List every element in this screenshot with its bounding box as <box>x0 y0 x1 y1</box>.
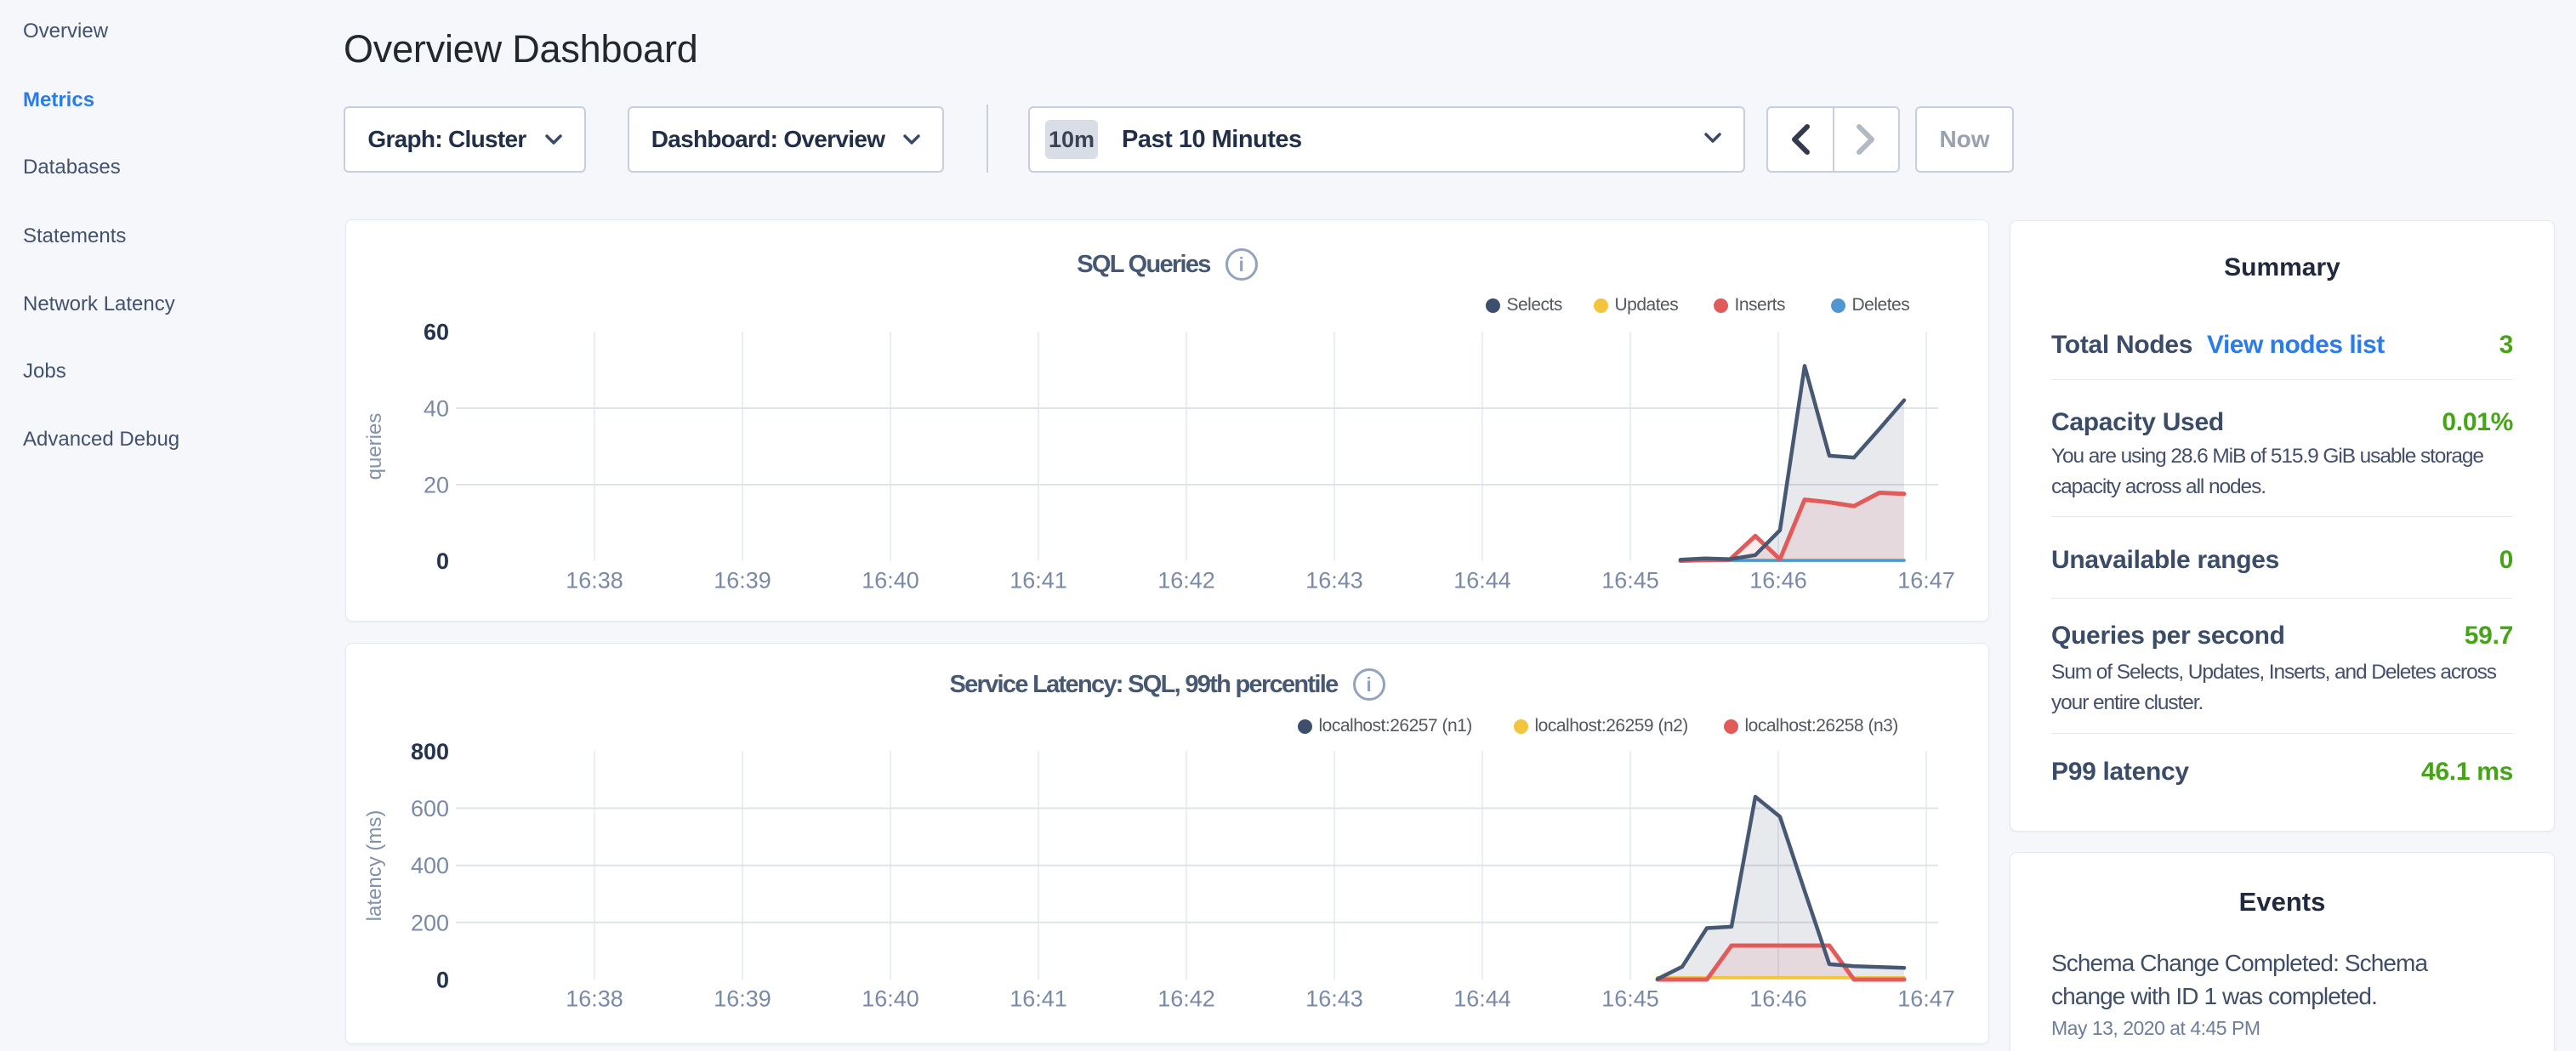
svg-text:16:47: 16:47 <box>1897 986 1955 1012</box>
svg-text:600: 600 <box>411 796 449 821</box>
svg-text:16:43: 16:43 <box>1305 986 1363 1012</box>
svg-text:200: 200 <box>411 910 449 935</box>
svg-text:16:40: 16:40 <box>862 568 919 594</box>
svg-text:16:45: 16:45 <box>1601 568 1659 594</box>
svg-text:16:40: 16:40 <box>862 986 919 1012</box>
svg-text:0: 0 <box>436 968 449 993</box>
svg-text:16:44: 16:44 <box>1453 986 1511 1012</box>
svg-text:16:39: 16:39 <box>714 568 771 594</box>
svg-text:queries: queries <box>363 413 386 480</box>
svg-text:800: 800 <box>411 739 449 764</box>
svg-text:16:41: 16:41 <box>1009 568 1067 594</box>
svg-text:40: 40 <box>424 396 449 422</box>
svg-text:400: 400 <box>411 853 449 878</box>
svg-text:16:39: 16:39 <box>714 986 771 1012</box>
svg-text:16:44: 16:44 <box>1453 568 1511 594</box>
svg-text:16:46: 16:46 <box>1749 568 1807 594</box>
svg-text:60: 60 <box>424 320 449 345</box>
svg-text:16:43: 16:43 <box>1305 568 1363 594</box>
svg-text:16:46: 16:46 <box>1749 986 1807 1012</box>
svg-text:20: 20 <box>424 473 449 498</box>
svg-text:16:45: 16:45 <box>1601 986 1659 1012</box>
svg-text:16:47: 16:47 <box>1897 568 1955 594</box>
svg-text:0: 0 <box>436 548 449 574</box>
svg-text:16:42: 16:42 <box>1157 986 1215 1012</box>
svg-text:16:38: 16:38 <box>566 986 623 1012</box>
svg-text:latency (ms): latency (ms) <box>363 810 386 922</box>
svg-text:16:41: 16:41 <box>1009 986 1067 1012</box>
svg-text:16:42: 16:42 <box>1157 568 1215 594</box>
svg-text:16:38: 16:38 <box>566 568 623 594</box>
